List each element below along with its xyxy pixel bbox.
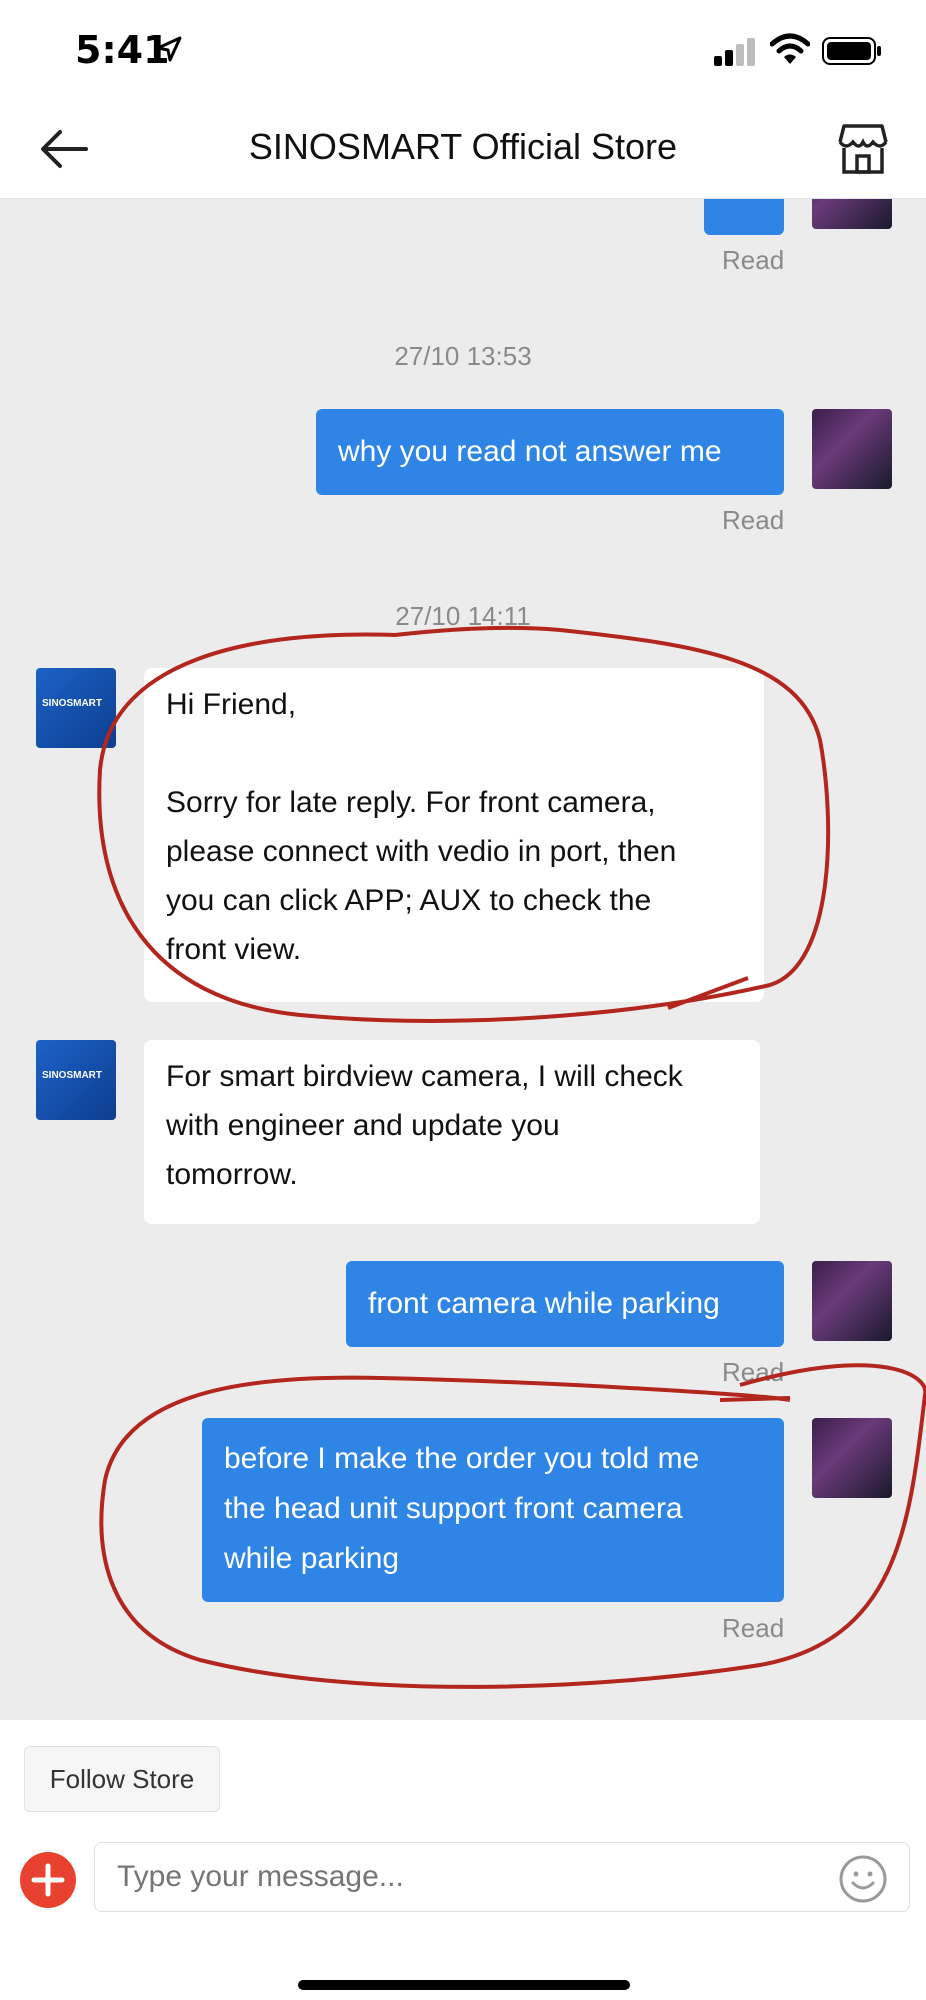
message-text-line: before I make the order you told me bbox=[224, 1442, 700, 1475]
store-icon[interactable] bbox=[834, 120, 892, 178]
read-status: Read bbox=[722, 1357, 785, 1387]
chat-message-list[interactable]: Read 27/10 13:53 why you read not answer… bbox=[0, 199, 926, 1720]
message-text-line: For smart birdview camera, I will check bbox=[166, 1060, 683, 1093]
timestamp: 27/10 13:53 bbox=[394, 341, 532, 371]
user-avatar bbox=[812, 199, 892, 229]
message-text: front camera while parking bbox=[368, 1287, 720, 1320]
message-text-line: Sorry for late reply. For front camera, bbox=[166, 786, 656, 819]
message-bubble-cutoff bbox=[704, 199, 784, 235]
message-text-line: the head unit support front camera bbox=[224, 1492, 683, 1525]
message-text-line: please connect with vedio in port, then bbox=[166, 835, 677, 868]
page-title: SINOSMART Official Store bbox=[248, 126, 678, 167]
message-text-line: while parking bbox=[224, 1542, 400, 1575]
message-text-line: tomorrow. bbox=[166, 1158, 298, 1191]
emoji-icon[interactable] bbox=[838, 1854, 888, 1904]
message-bubble-incoming: Hi Friend, Sorry for late reply. For fro… bbox=[144, 668, 764, 1002]
read-status: Read bbox=[722, 505, 785, 535]
plus-icon bbox=[31, 1863, 65, 1897]
message-text-line: with engineer and update you bbox=[166, 1109, 560, 1142]
message-text-line: you can click APP; AUX to check the bbox=[166, 884, 652, 917]
battery-icon bbox=[822, 37, 881, 65]
message-bubble-incoming: For smart birdview camera, I will check … bbox=[144, 1040, 760, 1224]
message-bubble-outgoing: front camera while parking bbox=[346, 1261, 784, 1347]
read-status: Read bbox=[722, 1613, 785, 1643]
cellular-signal-icon bbox=[714, 38, 755, 66]
user-avatar bbox=[812, 1418, 892, 1498]
location-arrow-icon bbox=[156, 36, 182, 62]
message-bubble-outgoing: why you read not answer me bbox=[316, 409, 784, 495]
user-avatar bbox=[812, 409, 892, 489]
message-bubble-outgoing: before I make the order you told me the … bbox=[202, 1418, 784, 1602]
message-input[interactable] bbox=[94, 1842, 910, 1912]
message-text: why you read not answer me bbox=[338, 435, 722, 468]
store-avatar: SINOSMART bbox=[36, 668, 116, 748]
wifi-icon bbox=[770, 33, 810, 64]
follow-store-button[interactable]: Follow Store bbox=[24, 1746, 220, 1812]
user-avatar bbox=[812, 1261, 892, 1341]
read-status: Read bbox=[722, 245, 785, 275]
add-button[interactable] bbox=[20, 1852, 76, 1908]
message-text-line: Hi Friend, bbox=[166, 688, 297, 721]
home-indicator[interactable] bbox=[298, 1980, 630, 1990]
timestamp: 27/10 14:11 bbox=[395, 601, 531, 631]
message-text-line: front view. bbox=[166, 933, 302, 966]
store-avatar: SINOSMART bbox=[36, 1040, 116, 1120]
